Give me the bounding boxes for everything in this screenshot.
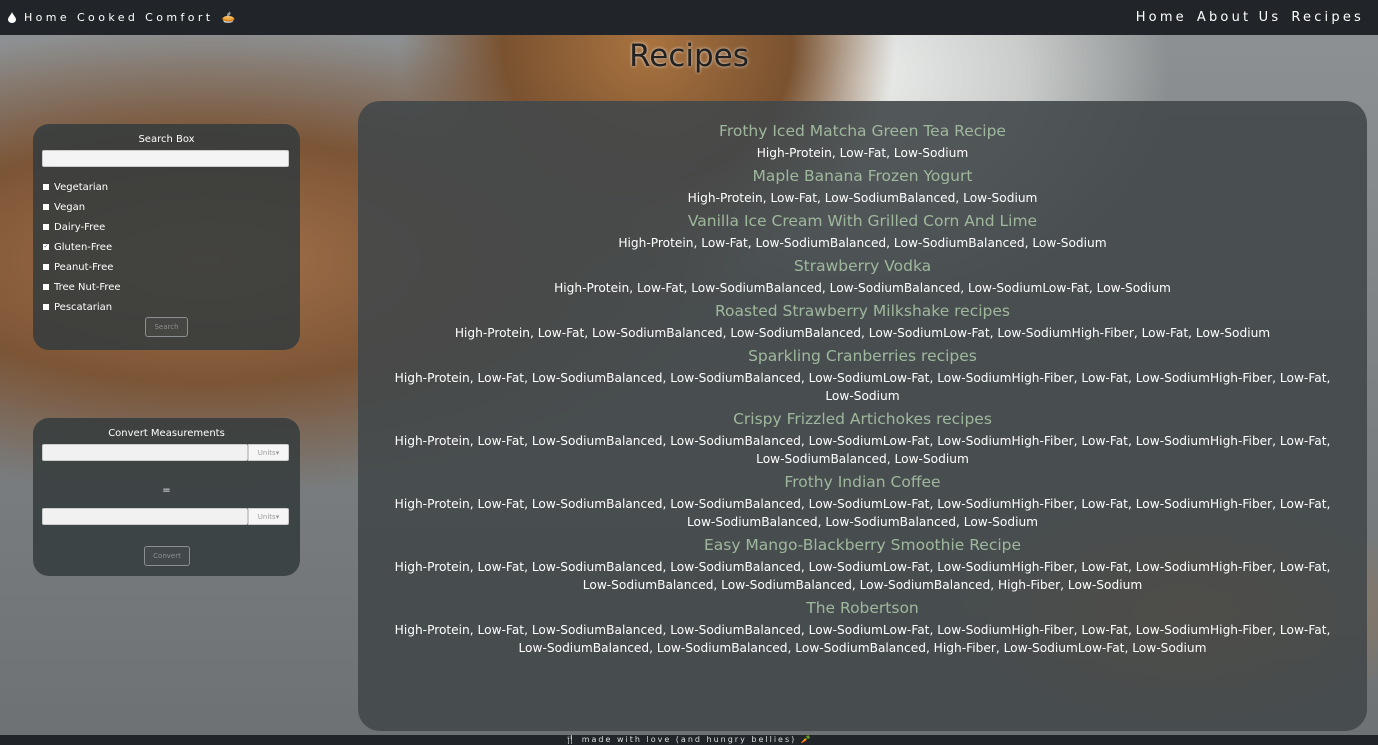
recipe-tags: High-Protein, Low-Fat, Low-SodiumBalance… (687, 191, 1038, 205)
search-input[interactable] (42, 150, 289, 167)
search-button[interactable]: Search (145, 317, 188, 337)
checkbox[interactable] (43, 224, 49, 230)
nav-link-home[interactable]: Home (1136, 10, 1187, 25)
recipe-tags: High-Protein, Low-Fat, Low-SodiumBalance… (394, 434, 1331, 466)
recipe-tags: High-Protein, Low-Fat, Low-SodiumBalance… (394, 560, 1331, 592)
checkbox[interactable] (43, 184, 49, 190)
filter-label: Dairy-Free (54, 221, 106, 233)
filter-label: Vegetarian (54, 181, 109, 193)
list-item: Frothy Indian Coffee High-Protein, Low-F… (358, 473, 1367, 531)
filter-label: Gluten-Free (54, 241, 113, 253)
recipe-title[interactable]: Frothy Iced Matcha Green Tea Recipe (388, 122, 1337, 140)
convert-button[interactable]: Convert (144, 546, 190, 566)
recipe-title[interactable]: Vanilla Ice Cream With Grilled Corn And … (388, 212, 1337, 230)
list-item: Strawberry Vodka High-Protein, Low-Fat, … (358, 257, 1367, 297)
list-item: The Robertson High-Protein, Low-Fat, Low… (358, 599, 1367, 657)
filter-label: Pescatarian (54, 301, 113, 313)
recipe-title[interactable]: Strawberry Vodka (388, 257, 1337, 275)
page-title: Recipes (629, 38, 749, 74)
nav-link-about-us[interactable]: About Us (1197, 10, 1281, 25)
checkbox[interactable] (43, 264, 49, 270)
recipe-tags: High-Protein, Low-Fat, Low-SodiumBalance… (454, 326, 1271, 340)
filter-label: Tree Nut-Free (54, 281, 121, 293)
recipe-results: Frothy Iced Matcha Green Tea Recipe High… (358, 101, 1367, 731)
brand[interactable]: Home Cooked Comfort 🥧 (8, 11, 239, 24)
list-item: Sparkling Cranberries recipes High-Prote… (358, 347, 1367, 405)
units-label: Units (257, 448, 276, 457)
carrot-icon: 🥕 (800, 735, 813, 744)
pie-icon: 🥧 (221, 11, 239, 24)
footer: 🍴 made with love (and hungry bellies) 🥕 (0, 735, 1378, 745)
recipe-title[interactable]: Sparkling Cranberries recipes (388, 347, 1337, 365)
chevron-down-icon: ▾ (275, 512, 280, 521)
filter-tree-nut-free[interactable]: Tree Nut-Free (43, 277, 121, 297)
recipe-title[interactable]: Frothy Indian Coffee (388, 473, 1337, 491)
brand-name: Home Cooked Comfort (24, 11, 214, 24)
units-label: Units (257, 512, 276, 521)
convert-title: Convert Measurements (108, 428, 225, 439)
filter-dairy-free[interactable]: Dairy-Free (43, 217, 121, 237)
filter-vegetarian[interactable]: Vegetarian (43, 177, 121, 197)
footer-text: made with love (and hungry bellies) (581, 735, 797, 744)
filter-peanut-free[interactable]: Peanut-Free (43, 257, 121, 277)
recipe-tags: High-Protein, Low-Fat, Low-SodiumBalance… (618, 236, 1107, 250)
checkbox[interactable] (43, 284, 49, 290)
recipe-tags: High-Protein, Low-Fat, Low-SodiumBalance… (394, 371, 1331, 403)
search-box-title: Search Box (138, 134, 195, 145)
list-item: Crispy Frizzled Artichokes recipes High-… (358, 410, 1367, 468)
convert-to-input[interactable] (42, 508, 248, 525)
water-drop-icon (8, 12, 16, 23)
nav-links: Home About Us Recipes (1136, 10, 1364, 25)
search-box-panel: Search Box Vegetarian Vegan Dairy-Free ✓… (33, 124, 300, 350)
list-item: Frothy Iced Matcha Green Tea Recipe High… (358, 122, 1367, 162)
recipe-title[interactable]: Maple Banana Frozen Yogurt (388, 167, 1337, 185)
recipe-title[interactable]: Crispy Frizzled Artichokes recipes (388, 410, 1337, 428)
filter-label: Vegan (54, 201, 86, 213)
chevron-down-icon: ▾ (275, 448, 280, 457)
list-item: Vanilla Ice Cream With Grilled Corn And … (358, 212, 1367, 252)
convert-from-input[interactable] (42, 444, 248, 461)
recipe-title[interactable]: The Robertson (388, 599, 1337, 617)
recipe-tags: High-Protein, Low-Fat, Low-Sodium (756, 146, 969, 160)
checkbox[interactable] (43, 204, 49, 210)
recipe-title[interactable]: Easy Mango-Blackberry Smoothie Recipe (388, 536, 1337, 554)
filter-gluten-free[interactable]: ✓ Gluten-Free (43, 237, 121, 257)
equals-sign: = (162, 485, 171, 496)
nav-link-recipes[interactable]: Recipes (1291, 10, 1364, 25)
recipe-tags: High-Protein, Low-Fat, Low-SodiumBalance… (554, 281, 1171, 295)
convert-measurements-panel: Convert Measurements Units ▾ = Units ▾ Con… (33, 418, 300, 576)
checkbox[interactable] (43, 304, 49, 310)
recipe-tags: High-Protein, Low-Fat, Low-SodiumBalance… (394, 497, 1331, 529)
filter-vegan[interactable]: Vegan (43, 197, 121, 217)
list-item: Easy Mango-Blackberry Smoothie Recipe Hi… (358, 536, 1367, 594)
recipe-tags: High-Protein, Low-Fat, Low-SodiumBalance… (394, 623, 1331, 655)
filter-pescatarian[interactable]: Pescatarian (43, 297, 121, 317)
to-units-dropdown[interactable]: Units ▾ (248, 508, 289, 525)
navbar: Home Cooked Comfort 🥧 Home About Us Reci… (0, 0, 1378, 35)
checkbox-checked[interactable]: ✓ (43, 244, 49, 250)
from-units-dropdown[interactable]: Units ▾ (248, 444, 289, 461)
list-item: Roasted Strawberry Milkshake recipes Hig… (358, 302, 1367, 342)
fork-knife-icon: 🍴 (565, 735, 578, 744)
diet-filters: Vegetarian Vegan Dairy-Free ✓ Gluten-Fre… (43, 177, 121, 317)
filter-label: Peanut-Free (54, 261, 114, 273)
list-item: Maple Banana Frozen Yogurt High-Protein,… (358, 167, 1367, 207)
recipe-title[interactable]: Roasted Strawberry Milkshake recipes (388, 302, 1337, 320)
